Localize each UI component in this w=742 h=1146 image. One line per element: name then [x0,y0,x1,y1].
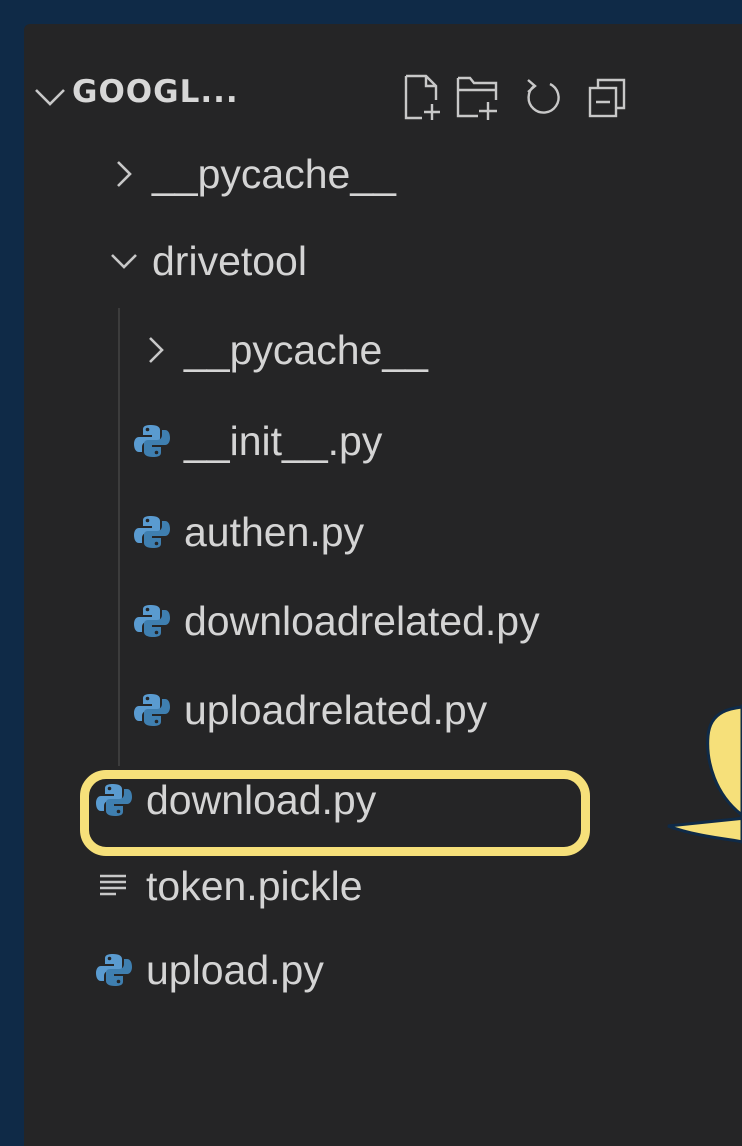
chevron-down-icon [104,241,144,281]
refresh-icon[interactable] [520,72,566,122]
tree-item-folder[interactable]: drivetool [24,221,742,301]
tree-item-label: downloadrelated.py [184,598,540,644]
python-file-icon [132,690,172,730]
chevron-right-icon [104,154,144,194]
tree-item-file[interactable]: authen.py [24,492,742,572]
tree-item-label: authen.py [184,509,365,555]
tree-item-file[interactable]: upload.py [24,930,742,1010]
tree-item-label: __pycache__ [152,151,396,197]
tree-item-label: token.pickle [146,863,363,909]
tree-item-label: __pycache__ [184,327,428,373]
new-folder-icon[interactable] [454,72,500,122]
tree-item-label: drivetool [152,238,307,284]
explorer-header[interactable]: GOOGL... [24,66,742,132]
tree-item-file[interactable]: downloadrelated.py [24,581,742,661]
python-file-icon [94,950,134,990]
explorer-panel: GOOGL... __pycache__ drivetool __pycache… [24,24,742,1146]
new-file-icon[interactable] [400,72,446,122]
chevron-right-icon [136,330,176,370]
tree-item-file[interactable]: token.pickle [24,846,742,926]
tree-item-folder[interactable]: __pycache__ [24,310,742,390]
tree-item-file[interactable]: uploadrelated.py [24,670,742,750]
python-file-icon [132,601,172,641]
workspace-title[interactable]: GOOGL... [72,74,239,110]
python-file-icon [132,421,172,461]
tree-item-label: uploadrelated.py [184,687,488,733]
text-file-icon [100,874,126,896]
tree-item-label: __init__.py [184,418,383,464]
tree-item-folder[interactable]: __pycache__ [24,134,742,214]
highlight-box [80,770,590,856]
tree-item-label: upload.py [146,947,324,993]
chevron-down-icon[interactable] [28,74,72,118]
python-file-icon [132,512,172,552]
tree-item-file[interactable]: __init__.py [24,401,742,481]
collapse-all-icon[interactable] [584,72,630,122]
